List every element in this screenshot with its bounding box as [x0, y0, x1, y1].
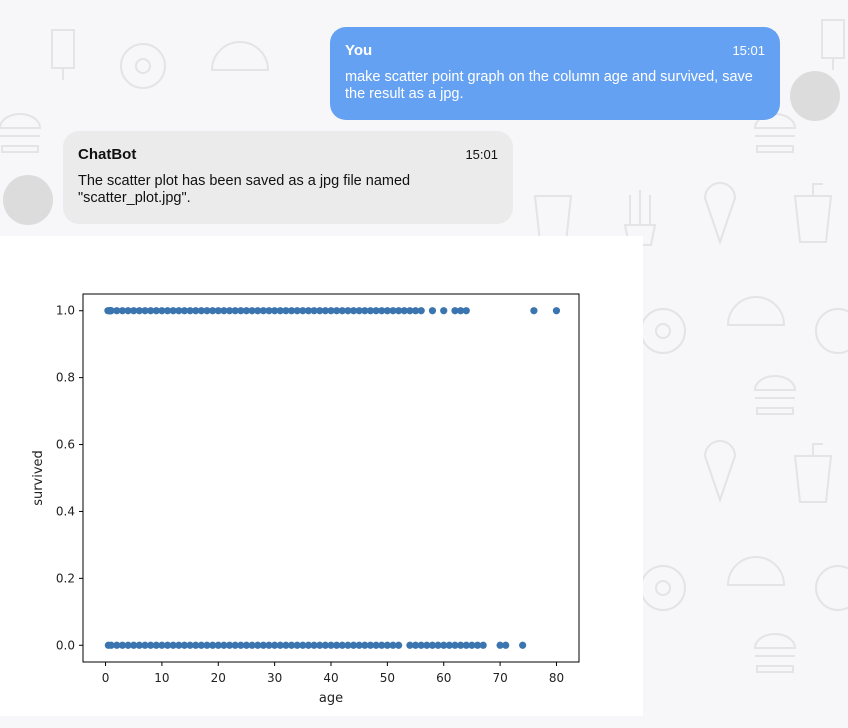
message-sender: ChatBot [78, 145, 137, 163]
scatter-point [462, 307, 470, 315]
y-axis-label: survived [31, 450, 46, 506]
scatter-point [530, 307, 538, 315]
plot-frame [82, 293, 580, 663]
x-tick-label: 70 [492, 671, 507, 685]
y-tick-label: 0.2 [56, 571, 75, 585]
scatter-point [417, 307, 425, 315]
scatter-point [519, 641, 527, 649]
user-avatar [790, 71, 840, 121]
message-time: 15:01 [465, 146, 498, 162]
bot-message-bubble: ChatBot 15:01 The scatter plot has been … [63, 131, 513, 224]
x-tick-label: 60 [436, 671, 451, 685]
user-message-bubble: You 15:01 make scatter point graph on th… [330, 27, 780, 120]
scatter-point [479, 641, 487, 649]
x-tick-label: 0 [102, 671, 110, 685]
message-text: The scatter plot has been saved as a jpg… [78, 173, 411, 206]
scatter-point [395, 641, 403, 649]
x-tick-label: 40 [323, 671, 338, 685]
scatter-plot-image: 0 10 20 30 40 50 60 70 80 0.0 0.2 0.4 0.6 0.8 1.0 age … [0, 236, 643, 716]
scatter-point [428, 307, 437, 315]
chat-area: You 15:01 make scatter point graph on th… [0, 0, 848, 728]
x-tick-label: 30 [267, 671, 282, 685]
y-tick-label: 0.8 [56, 371, 75, 385]
x-tick-label: 10 [154, 671, 169, 685]
scatter-point [552, 307, 561, 315]
scatter-point [502, 641, 510, 649]
x-tick-label: 20 [211, 671, 226, 685]
x-axis-label: age [319, 691, 343, 706]
y-tick-label: 0.6 [56, 438, 75, 452]
y-tick-label: 1.0 [56, 304, 75, 318]
scatter-point [440, 307, 448, 315]
x-tick-label: 80 [549, 671, 564, 685]
message-text: make scatter point graph on the column a… [345, 69, 753, 102]
bot-avatar [3, 175, 53, 225]
y-tick-label: 0.0 [56, 638, 75, 652]
message-sender: You [345, 41, 373, 59]
scatter-chart: 0 10 20 30 40 50 60 70 800.00.20.40.60.81.0 age … [31, 293, 580, 706]
y-tick-label: 0.4 [56, 504, 75, 518]
message-time: 15:01 [732, 42, 765, 58]
x-tick-label: 50 [380, 671, 395, 685]
